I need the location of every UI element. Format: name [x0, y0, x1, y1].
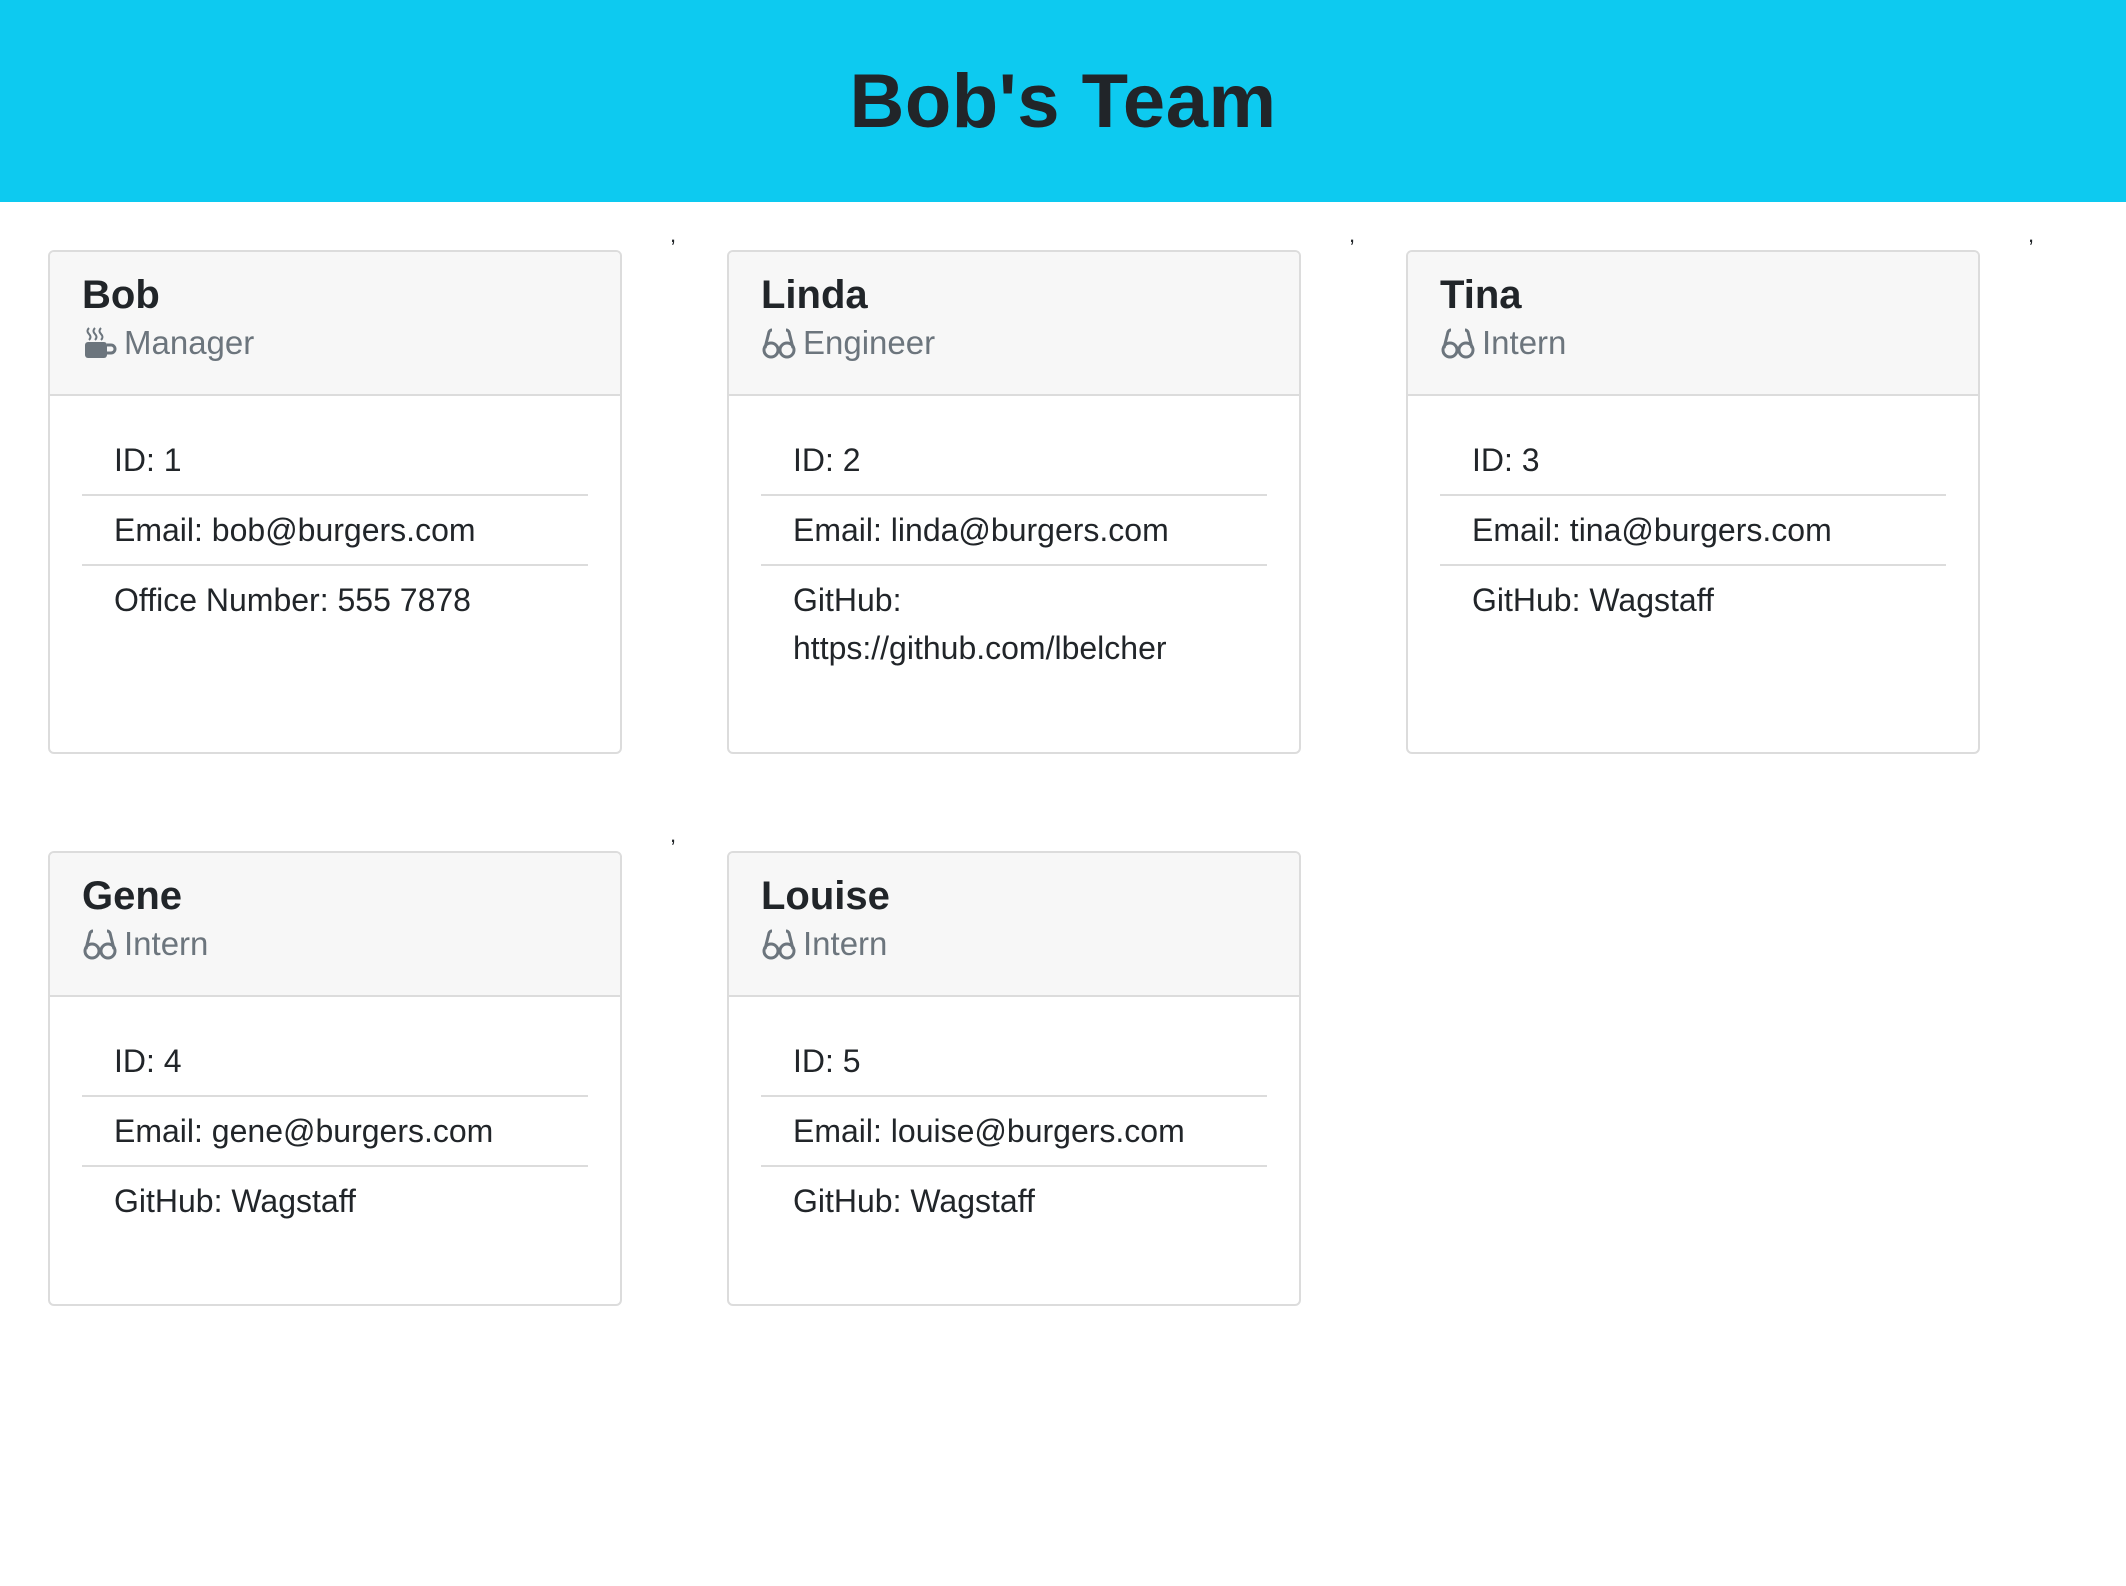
- employee-role-label: Manager: [124, 324, 255, 361]
- employee-role: Manager: [82, 322, 588, 364]
- employee-role-label: Intern: [124, 925, 209, 962]
- employee-card: Linda Engineer ID: 2 Email: linda@burger…: [727, 250, 1301, 754]
- employee-name: Bob: [82, 273, 160, 317]
- employee-role: Engineer: [761, 322, 1267, 364]
- employee-id: ID: 5: [761, 1027, 1267, 1097]
- employee-name: Gene: [82, 874, 183, 918]
- glasses-icon: [761, 927, 797, 961]
- employee-email: Email: louise@burgers.com: [761, 1097, 1267, 1167]
- employee-card: Louise Intern ID: 5 Email: louise@burger…: [727, 851, 1301, 1306]
- employee-role-label: Intern: [803, 925, 888, 962]
- employee-github: GitHub: Wagstaff: [793, 1183, 1035, 1219]
- card-body: ID: 4 Email: gene@burgers.com GitHub: Wa…: [50, 997, 620, 1275]
- employee-role: Intern: [82, 923, 588, 965]
- employee-role: Intern: [1440, 322, 1946, 364]
- separator-comma: ,: [1349, 222, 1356, 247]
- card-body: ID: 2 Email: linda@burgers.com GitHub: h…: [729, 396, 1299, 722]
- employee-github: GitHub: Wagstaff: [1472, 582, 1714, 618]
- employee-id: ID: 3: [1440, 426, 1946, 496]
- card-body: ID: 1 Email: bob@burgers.com Office Numb…: [50, 396, 620, 674]
- employee-id: ID: 1: [82, 426, 588, 496]
- separator-comma: ,: [670, 222, 677, 247]
- card-header: Tina Intern: [1408, 252, 1978, 396]
- employee-email: Email: gene@burgers.com: [82, 1097, 588, 1167]
- card-header: Linda Engineer: [729, 252, 1299, 396]
- mug-icon: [82, 326, 118, 360]
- employee-role-label: Intern: [1482, 324, 1567, 361]
- employee-email: Email: tina@burgers.com: [1440, 496, 1946, 566]
- card-header: Louise Intern: [729, 853, 1299, 997]
- glasses-icon: [761, 326, 797, 360]
- card-body: ID: 3 Email: tina@burgers.com GitHub: Wa…: [1408, 396, 1978, 674]
- employee-name: Linda: [761, 273, 868, 317]
- employee-role: Intern: [761, 923, 1267, 965]
- employee-card: Gene Intern ID: 4 Email: gene@burgers.co…: [48, 851, 622, 1306]
- glasses-icon: [82, 927, 118, 961]
- card-header: Gene Intern: [50, 853, 620, 997]
- employee-card: Tina Intern ID: 3 Email: tina@burgers.co…: [1406, 250, 1980, 754]
- employee-name: Tina: [1440, 273, 1522, 317]
- employee-email: Email: bob@burgers.com: [82, 496, 588, 566]
- separator-comma: ,: [670, 822, 677, 847]
- employee-card: Bob Manager ID: 1 Email: bob@burgers.com…: [48, 250, 622, 754]
- employee-email: Email: linda@burgers.com: [761, 496, 1267, 566]
- employee-name: Louise: [761, 874, 890, 918]
- separator-comma: ,: [2028, 222, 2035, 247]
- employee-github: GitHub: https://github.com/lbelcher: [793, 582, 1167, 666]
- employee-id: ID: 2: [761, 426, 1267, 496]
- card-body: ID: 5 Email: louise@burgers.com GitHub: …: [729, 997, 1299, 1275]
- card-header: Bob Manager: [50, 252, 620, 396]
- employee-role-label: Engineer: [803, 324, 936, 361]
- page-header: Bob's Team: [0, 0, 2126, 202]
- employee-id: ID: 4: [82, 1027, 588, 1097]
- employee-github: GitHub: Wagstaff: [114, 1183, 356, 1219]
- glasses-icon: [1440, 326, 1476, 360]
- page-title: Bob's Team: [849, 58, 1277, 144]
- employee-office-number: Office Number: 555 7878: [114, 582, 471, 618]
